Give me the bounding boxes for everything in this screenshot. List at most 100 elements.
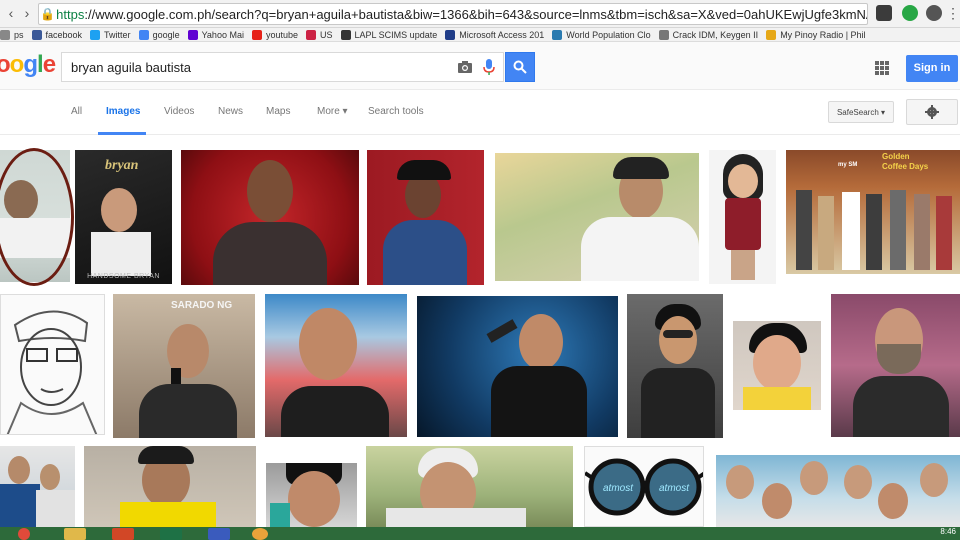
bookmark-label: Microsoft Access 201 bbox=[459, 29, 545, 40]
image-result[interactable] bbox=[367, 150, 484, 285]
sunglasses-image: atmost atmost bbox=[585, 458, 703, 516]
bookmark-label: US bbox=[319, 29, 333, 40]
image-overlay-text: Golden bbox=[882, 152, 910, 161]
bookmark-label: LAPL SCIMS update bbox=[354, 29, 438, 40]
bookmark-favicon-icon bbox=[658, 29, 669, 40]
image-result[interactable] bbox=[366, 446, 573, 527]
taskbar-explorer-icon[interactable] bbox=[64, 528, 86, 540]
image-result[interactable]: bryan HANDSOME BRYAN bbox=[75, 150, 172, 284]
bookmark-favicon-icon bbox=[138, 29, 149, 40]
taskbar-clock: 8:46 bbox=[940, 527, 956, 536]
url-field[interactable]: 🔒 https://www.google.com.ph/search?q=bry… bbox=[38, 3, 868, 25]
bookmark-item[interactable]: youtube bbox=[251, 29, 298, 40]
image-result[interactable] bbox=[84, 446, 256, 527]
image-result[interactable] bbox=[733, 321, 821, 410]
bookmark-item[interactable]: Microsoft Access 201 bbox=[445, 29, 545, 40]
bookmark-item[interactable]: Twitter bbox=[90, 29, 131, 40]
image-result[interactable] bbox=[831, 294, 960, 437]
tab-maps[interactable]: Maps bbox=[266, 106, 290, 117]
image-result[interactable]: SARADO NG bbox=[113, 294, 255, 438]
bookmark-item[interactable]: ps bbox=[0, 29, 24, 40]
search-input[interactable] bbox=[62, 59, 442, 75]
bookmark-favicon-icon bbox=[340, 29, 351, 40]
bookmark-favicon-icon bbox=[766, 29, 777, 40]
bookmark-label: Twitter bbox=[104, 29, 131, 40]
taskbar-chrome-icon[interactable] bbox=[252, 528, 268, 540]
tab-videos[interactable]: Videos bbox=[164, 106, 194, 117]
image-result[interactable]: atmost atmost bbox=[584, 446, 704, 527]
bookmark-label: youtube bbox=[265, 29, 298, 40]
image-result[interactable] bbox=[266, 463, 357, 527]
tab-images[interactable]: Images bbox=[106, 106, 140, 117]
microphone-icon[interactable] bbox=[483, 59, 495, 76]
extension-icon[interactable] bbox=[926, 5, 942, 21]
taskbar-excel-icon[interactable] bbox=[160, 528, 182, 540]
lock-icon: 🔒 bbox=[40, 7, 56, 21]
sign-in-button[interactable]: Sign in bbox=[906, 55, 958, 82]
bookmark-favicon-icon bbox=[90, 29, 101, 40]
image-overlay-text: SARADO NG bbox=[171, 300, 233, 311]
bookmark-label: My Pinoy Radio | Phil bbox=[780, 29, 866, 40]
instagram-icon[interactable] bbox=[876, 5, 892, 21]
image-result[interactable] bbox=[716, 455, 960, 527]
bookmark-item[interactable]: facebook bbox=[31, 29, 83, 40]
bookmark-label: World Population Clo bbox=[566, 29, 651, 40]
search-button[interactable] bbox=[505, 52, 535, 82]
bookmark-item[interactable]: US bbox=[305, 29, 333, 40]
bookmark-label: Crack IDM, Keygen II bbox=[672, 29, 759, 40]
bookmark-item[interactable]: My Pinoy Radio | Phil bbox=[766, 29, 866, 40]
google-logo[interactable]: oogle bbox=[0, 51, 56, 79]
search-tabs: All Images Videos News Maps More ▾ Searc… bbox=[0, 91, 960, 135]
bookmark-label: facebook bbox=[45, 29, 83, 40]
settings-button[interactable] bbox=[906, 99, 958, 125]
image-result[interactable] bbox=[417, 296, 618, 437]
active-tab-indicator bbox=[98, 132, 146, 135]
tab-news[interactable]: News bbox=[218, 106, 243, 117]
tab-all[interactable]: All bbox=[71, 106, 82, 117]
bookmark-item[interactable]: Yahoo Mai bbox=[187, 29, 244, 40]
tab-more[interactable]: More ▾ bbox=[317, 106, 348, 117]
bookmark-item[interactable]: LAPL SCIMS update bbox=[340, 29, 438, 40]
bookmark-favicon-icon bbox=[0, 29, 10, 40]
image-result[interactable] bbox=[0, 294, 105, 435]
bookmark-label: Yahoo Mai bbox=[201, 29, 244, 40]
taskbar-powerpoint-icon[interactable] bbox=[112, 528, 134, 540]
apps-grid-icon[interactable] bbox=[875, 61, 889, 75]
camera-icon[interactable] bbox=[457, 60, 473, 74]
image-overlay-text: my SM bbox=[838, 162, 858, 168]
image-overlay-text: bryan bbox=[105, 158, 139, 173]
bookmark-favicon-icon bbox=[552, 29, 563, 40]
lens-text-right: atmost bbox=[659, 483, 690, 494]
image-result[interactable]: my SM Golden Coffee Days bbox=[786, 150, 960, 274]
browser-address-bar: ‹ › 🔒 https://www.google.com.ph/search?q… bbox=[0, 0, 960, 28]
search-box bbox=[61, 52, 504, 82]
taskbar-word-icon[interactable] bbox=[208, 528, 230, 540]
bookmark-favicon-icon bbox=[31, 29, 42, 40]
gear-icon bbox=[925, 105, 939, 119]
image-result[interactable] bbox=[0, 446, 75, 527]
image-result[interactable] bbox=[709, 150, 776, 284]
image-result[interactable] bbox=[627, 294, 723, 438]
sketch-portrait bbox=[6, 310, 98, 434]
bookmark-favicon-icon bbox=[445, 29, 456, 40]
bookmark-item[interactable]: World Population Clo bbox=[552, 29, 651, 40]
url-scheme: https bbox=[56, 6, 85, 22]
grammarly-icon[interactable] bbox=[902, 5, 918, 21]
bookmark-favicon-icon bbox=[251, 29, 262, 40]
start-button[interactable] bbox=[18, 528, 30, 540]
image-result[interactable] bbox=[265, 294, 407, 437]
bookmarks-bar: ps facebook Twitter google Yahoo Mai youtube U… bbox=[0, 28, 960, 42]
bookmark-label: google bbox=[152, 29, 180, 40]
bookmark-item[interactable]: Crack IDM, Keygen II bbox=[658, 29, 759, 40]
safesearch-dropdown[interactable]: SafeSearch ▾ bbox=[828, 101, 894, 123]
forward-icon[interactable]: › bbox=[18, 4, 36, 22]
bookmark-item[interactable]: google bbox=[138, 29, 180, 40]
windows-taskbar: 8:46 bbox=[0, 527, 960, 540]
image-overlay-text: Coffee Days bbox=[882, 162, 929, 171]
image-result[interactable] bbox=[181, 150, 359, 285]
tab-search-tools[interactable]: Search tools bbox=[368, 106, 424, 117]
menu-icon[interactable]: ⋮ bbox=[944, 4, 960, 22]
image-caption: HANDSOME BRYAN bbox=[87, 273, 160, 280]
image-result[interactable] bbox=[495, 153, 699, 281]
google-header: oogle bbox=[0, 42, 960, 90]
